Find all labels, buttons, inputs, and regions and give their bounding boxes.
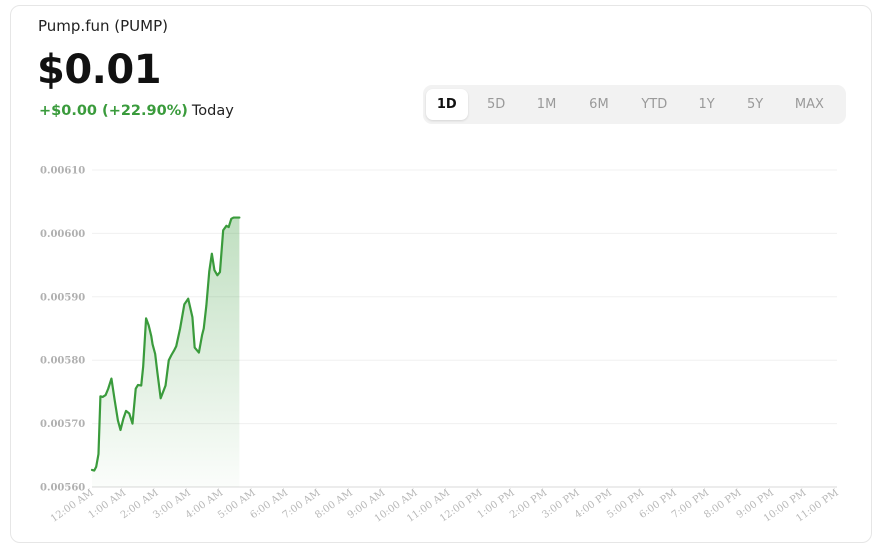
y-tick-label: 0.00570 <box>40 419 85 430</box>
y-tick-label: 0.00600 <box>40 229 85 240</box>
price-chart: 0.00560 0.00570 0.00580 0.00590 0.00600 0.006… <box>40 166 841 525</box>
y-tick-label: 0.00560 <box>40 483 85 494</box>
y-tick-label: 0.00580 <box>40 356 85 367</box>
y-tick-label: 0.00610 <box>40 166 85 177</box>
y-tick-label: 0.00590 <box>40 292 85 303</box>
series-area <box>92 217 240 488</box>
